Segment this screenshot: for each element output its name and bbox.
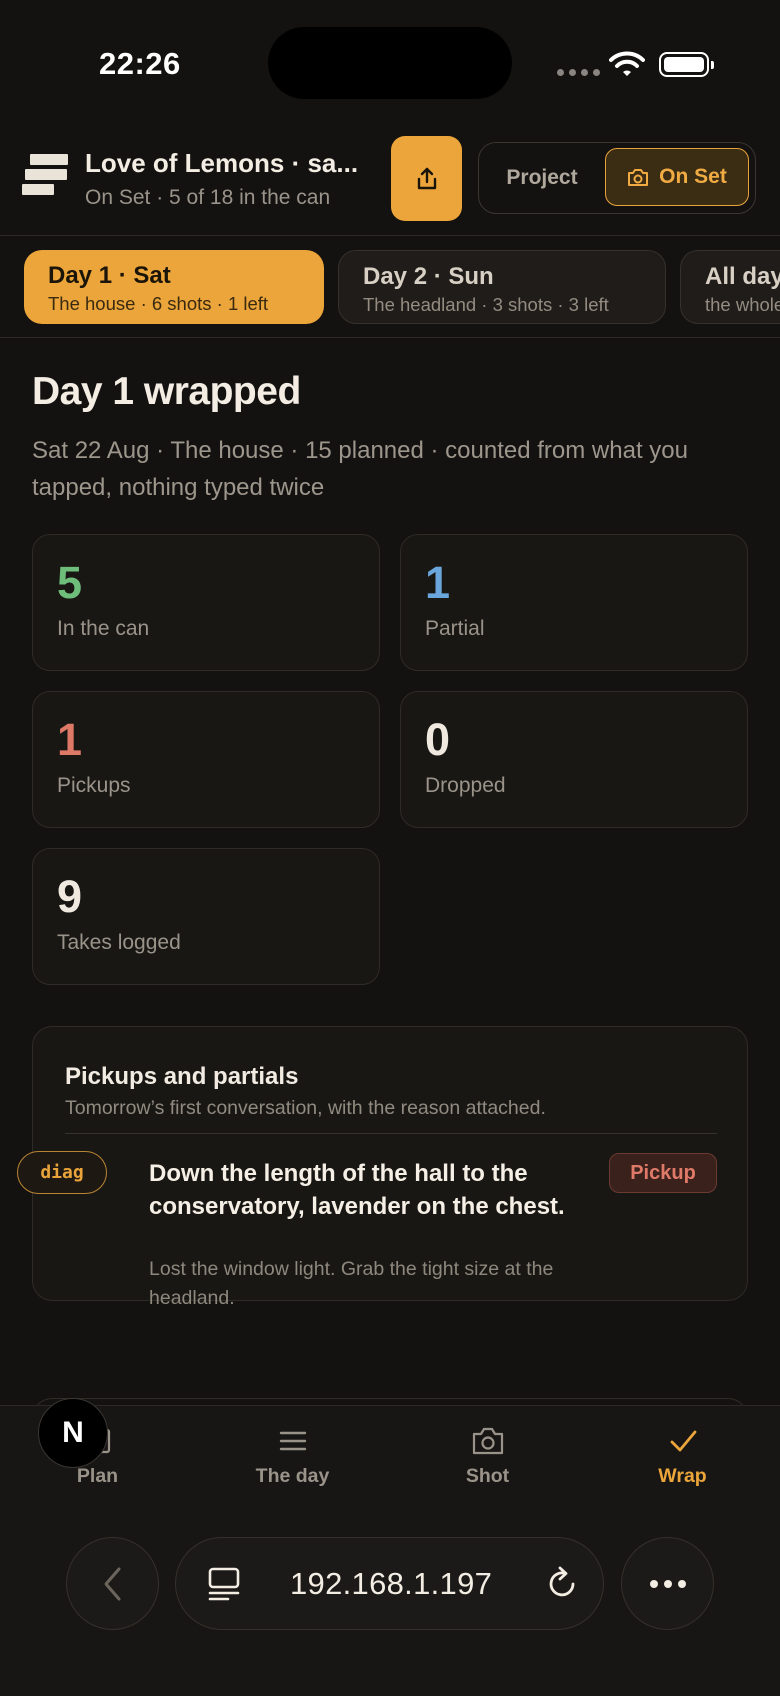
list-icon (279, 1431, 306, 1451)
tab-shot[interactable]: Shot (390, 1426, 585, 1496)
mode-project-button[interactable]: Project (479, 143, 605, 212)
day-tab-all[interactable]: All days the whole (680, 250, 780, 324)
project-title[interactable]: Love of Lemons · sa... (85, 148, 358, 179)
stat-in-the-can: 5 In the can (32, 534, 380, 671)
day-tab-2[interactable]: Day 2 · Sun The headland · 3 shots · 3 l… (338, 250, 666, 324)
tab-label: The day (255, 1465, 330, 1487)
reader-icon (208, 1567, 240, 1601)
page-title: Day 1 wrapped (32, 370, 301, 413)
address-bar[interactable]: 192.168.1.197 (175, 1537, 604, 1630)
status-bar: 22:26 (0, 0, 780, 120)
day-tab-1[interactable]: Day 1 · Sat The house · 6 shots · 1 left (24, 250, 324, 324)
mode-onset-label: On Set (659, 165, 727, 188)
more-dot (677, 1579, 686, 1588)
stat-label: Pickups (57, 774, 131, 797)
app-logo-icon (22, 154, 68, 199)
page-subtitle: Sat 22 Aug · The house · 15 planned · co… (32, 437, 688, 501)
stat-value: 0 (425, 714, 451, 765)
day-tab-title: Day 1 · Sat (48, 262, 171, 289)
card-subtitle: Tomorrow’s first conversation, with the … (65, 1097, 546, 1119)
stat-value: 1 (425, 557, 451, 608)
browser-toolbar: 192.168.1.197 (0, 1537, 780, 1633)
stat-value: 9 (57, 871, 83, 922)
stat-label: In the can (57, 617, 150, 640)
more-dot (649, 1579, 658, 1588)
stat-partial: 1 Partial (400, 534, 748, 671)
day-tabs: Day 1 · Sat The house · 6 shots · 1 left… (0, 236, 780, 338)
shot-tag: diag (17, 1151, 107, 1194)
stat-label: Partial (425, 617, 485, 640)
tab-label: Plan (76, 1465, 119, 1487)
pickups-card: Pickups and partials Tomorrow’s first co… (17, 1026, 748, 1309)
share-icon (417, 167, 436, 189)
reload-icon[interactable] (546, 1565, 580, 1603)
camera-icon (628, 168, 649, 186)
project-subtitle: On Set · 5 of 18 in the can (85, 186, 331, 209)
mode-switch: Project On Set (478, 142, 756, 214)
tab-wrap[interactable]: Wrap (585, 1426, 780, 1496)
wrap-screen: Day 1 wrapped Sat 22 Aug · The house · 1… (0, 338, 780, 1405)
tab-the-day[interactable]: The day (195, 1426, 390, 1496)
day-tab-subtitle: The headland · 3 shots · 3 left (363, 294, 609, 315)
status-time: 22:26 (99, 46, 181, 81)
day-tab-title: All days (705, 263, 780, 290)
url-text: 192.168.1.197 (290, 1566, 493, 1601)
stat-label: Dropped (425, 774, 506, 797)
card-title: Pickups and partials (65, 1063, 299, 1090)
tab-label: Shot (465, 1465, 510, 1487)
camera-icon (472, 1427, 503, 1455)
status-badge: Pickup (609, 1153, 717, 1193)
mode-onset-button[interactable]: On Set (605, 148, 749, 206)
day-tab-title: Day 2 · Sun (363, 263, 494, 290)
dev-tools-badge[interactable]: N (38, 1398, 108, 1468)
chevron-left-icon (104, 1567, 120, 1600)
shot-title[interactable]: Down the length of the hall to the conse… (149, 1157, 579, 1223)
day-tab-subtitle: the whole (705, 294, 780, 315)
stat-takes-logged: 9 Takes logged (32, 848, 380, 985)
share-button[interactable] (391, 136, 462, 221)
back-button[interactable] (66, 1537, 159, 1630)
stat-value: 1 (57, 714, 83, 765)
stat-label: Takes logged (57, 931, 181, 954)
battery-icon (659, 52, 714, 77)
divider (65, 1133, 717, 1134)
app-header: Love of Lemons · sa... On Set · 5 of 18 … (0, 126, 780, 236)
wifi-icon (609, 51, 645, 76)
day-tab-subtitle: The house · 6 shots · 1 left (48, 293, 269, 314)
signal-icon (557, 69, 600, 76)
stat-dropped: 0 Dropped (400, 691, 748, 828)
stat-pickups: 1 Pickups (32, 691, 380, 828)
next-card (32, 1398, 748, 1405)
dynamic-island (268, 27, 512, 99)
checkmark-icon (670, 1430, 696, 1452)
more-button[interactable] (621, 1537, 714, 1630)
shot-note: Lost the window light. Grab the tight si… (149, 1258, 554, 1309)
tab-label: Wrap (658, 1465, 707, 1487)
more-dot (663, 1579, 672, 1588)
stat-value: 5 (57, 557, 83, 608)
